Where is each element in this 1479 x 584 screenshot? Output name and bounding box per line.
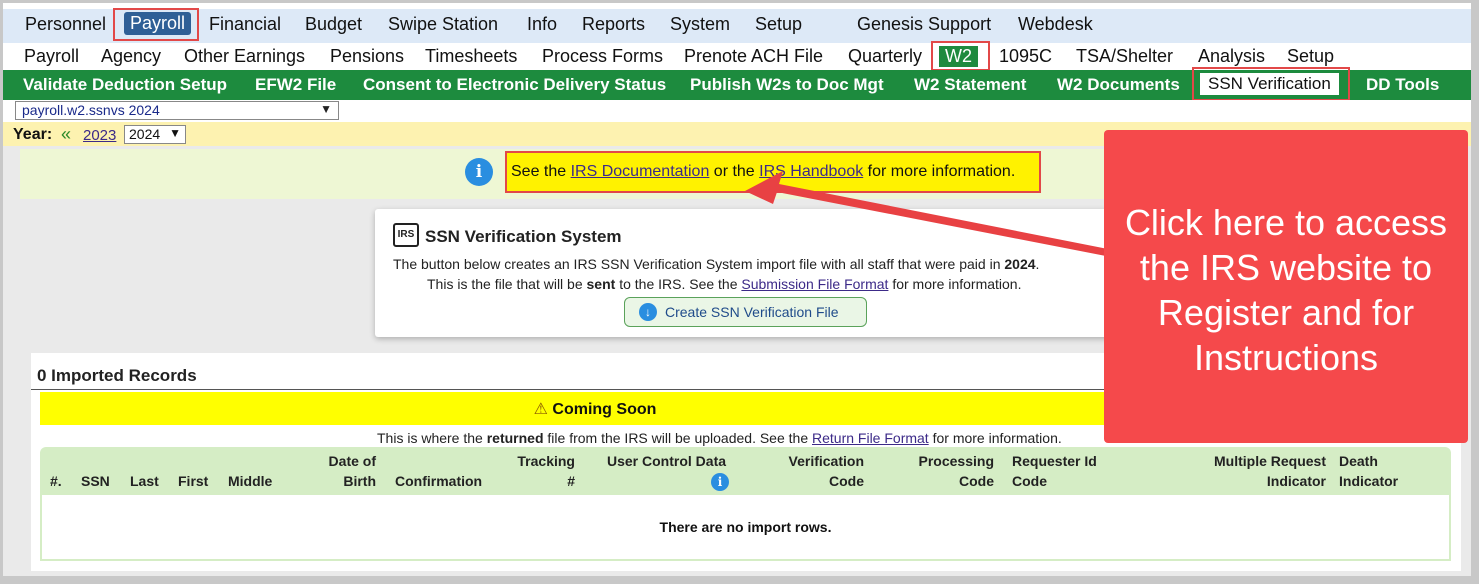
app-window: Personnel Payroll Financial Budget Swipe… <box>3 3 1471 576</box>
arrow-shape <box>745 171 1113 257</box>
annotation-callout: Click here to access the IRS website to … <box>1104 130 1468 443</box>
